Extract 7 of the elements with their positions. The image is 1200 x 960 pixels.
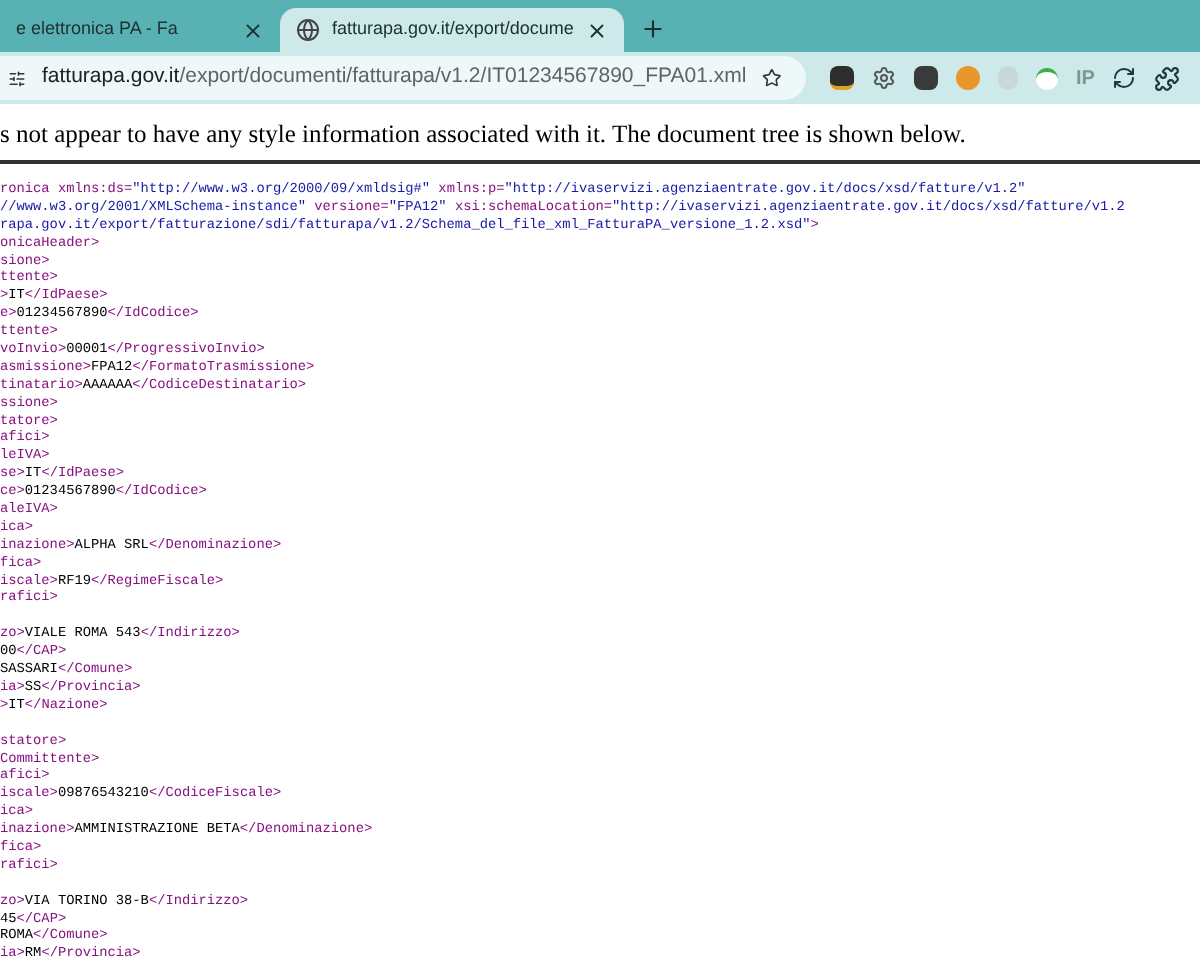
tab-title: fatturapa.gov.it/export/docume: [332, 16, 574, 43]
tab-title: e elettronica PA - Fa: [16, 16, 180, 43]
browser-tab[interactable]: e elettronica PA - Fa: [0, 8, 280, 52]
browser-tab[interactable]: fatturapa.gov.it/export/docume: [280, 8, 624, 52]
url-text: fatturapa.gov.it/export/documenti/fatturapa/v1.2/IT01234567890_FPA01.xml: [42, 62, 747, 93]
address-bar[interactable]: fatturapa.gov.it/export/documenti/fatturapa/v1.2/IT01234567890_FPA01.xml: [0, 56, 806, 100]
notice-text: s not appear to have any style information associated with it. The document tree is shown below.: [0, 120, 968, 148]
